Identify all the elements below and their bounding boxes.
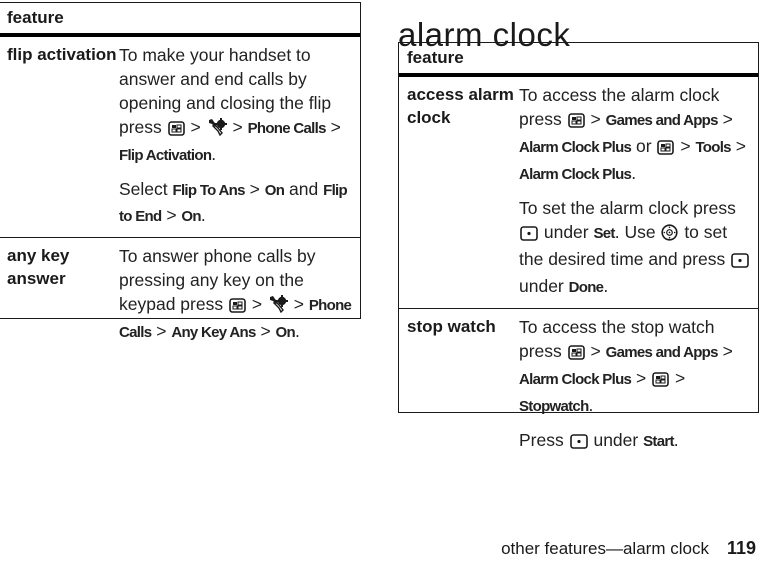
description-text: . Use [614, 222, 661, 242]
menu-path-item: Games and Apps [605, 344, 719, 361]
description-text: > [185, 117, 206, 137]
menu-path-item: On [264, 182, 285, 199]
menu-key-icon [652, 369, 669, 393]
description-paragraph: To set the alarm clock press under Set. … [519, 196, 752, 300]
settings-icon [207, 118, 227, 142]
feature-name: flip activation [7, 45, 117, 64]
description-paragraph: To answer phone calls by pressing any ke… [119, 244, 354, 345]
menu-key-icon [167, 118, 185, 142]
table-header: feature [0, 3, 360, 37]
description-paragraph: To access the alarm clock press > Games … [519, 83, 752, 187]
description-text: . [200, 205, 206, 225]
description-text: . [294, 321, 300, 341]
nav-key-icon [661, 223, 679, 247]
description-text: under [588, 430, 644, 450]
description-text: . [588, 395, 594, 415]
table-row: any key answer To answer phone calls by p… [0, 237, 360, 353]
feature-name: access alarm clock [407, 85, 514, 127]
description-text: Select [119, 179, 173, 199]
menu-path-item: Flip Activation [119, 147, 212, 164]
menu-path-item: Flip To Ans [172, 182, 246, 199]
soft-key-icon [520, 223, 538, 247]
feature-name: any key answer [7, 246, 70, 288]
description-text: > [675, 136, 696, 156]
description-text: > [670, 368, 686, 388]
description-text: > [631, 368, 652, 388]
description-text: Press [519, 430, 569, 450]
description-text: > [288, 294, 309, 314]
description-paragraph: Select Flip To Ans > On and Flip to End … [119, 177, 354, 229]
menu-path-item: On [181, 208, 201, 225]
feature-table-left: feature flip activation To make your hand… [0, 2, 361, 341]
description-paragraph: To access the stop watch press > Games a… [519, 315, 752, 419]
feature-description: To answer phone calls by pressing any ke… [119, 238, 360, 353]
feature-name: stop watch [407, 317, 496, 336]
feature-table-right: feature access alarm clock To access the … [398, 42, 759, 450]
description-text: under [539, 222, 594, 242]
menu-path-item: Alarm Clock Plus [519, 371, 632, 388]
table-row: access alarm clock To access the alarm cl… [399, 77, 758, 308]
description-text: > [585, 109, 606, 129]
settings-icon [268, 295, 288, 319]
menu-key-icon [229, 295, 246, 319]
menu-key-icon [657, 137, 675, 161]
menu-path-item: Alarm Clock Plus [519, 166, 632, 183]
feature-description: To make your handset to answer and end c… [119, 37, 360, 237]
description-text: To set the alarm clock press [519, 198, 736, 218]
description-text: > [255, 321, 276, 341]
description-text: > [244, 179, 265, 199]
menu-path-item: Start [643, 433, 674, 450]
menu-path-item: Stopwatch [519, 398, 589, 415]
description-text: . [673, 430, 679, 450]
description-text: > [161, 205, 182, 225]
menu-path-item: Any Key Ans [171, 324, 256, 341]
feature-description: To access the alarm clock press > Games … [519, 77, 758, 308]
table-header: feature [399, 43, 758, 77]
description-text: > [246, 294, 267, 314]
menu-path-item: Set [593, 225, 615, 242]
menu-path-item: On [275, 324, 296, 341]
description-text: > [325, 117, 341, 137]
page-number: 119 [726, 538, 756, 558]
soft-key-icon [569, 431, 588, 455]
feature-description: To access the stop watch press > Games a… [519, 309, 758, 463]
menu-key-icon [567, 342, 585, 366]
description-text: > [730, 136, 746, 156]
footer-section-label: other features—alarm clock [501, 539, 709, 558]
table-row: stop watch To access the stop watch press… [399, 308, 758, 463]
menu-path-item: Alarm Clock Plus [519, 139, 632, 156]
description-text: and [284, 179, 324, 199]
menu-key-icon [567, 110, 585, 134]
description-text: > [151, 321, 172, 341]
description-paragraph: To make your handset to answer and end c… [119, 43, 354, 168]
description-text: > [585, 341, 606, 361]
description-paragraph: Press under Start. [519, 428, 752, 455]
description-text: . [211, 144, 217, 164]
soft-key-icon [731, 250, 749, 274]
description-text: > [717, 341, 733, 361]
description-text: > [227, 117, 248, 137]
description-text: under [519, 276, 569, 296]
description-text: > [717, 109, 733, 129]
description-text: or [631, 136, 657, 156]
description-text: . [631, 163, 637, 183]
menu-path-item: Games and Apps [605, 112, 719, 129]
menu-path-item: Done [568, 279, 604, 296]
menu-path-item: Phone Calls [247, 120, 327, 137]
description-text: . [603, 276, 609, 296]
menu-path-item: Tools [695, 139, 731, 156]
page-footer: other features—alarm clock 119 [501, 538, 756, 559]
table-row: flip activation To make your handset to a… [0, 37, 360, 237]
